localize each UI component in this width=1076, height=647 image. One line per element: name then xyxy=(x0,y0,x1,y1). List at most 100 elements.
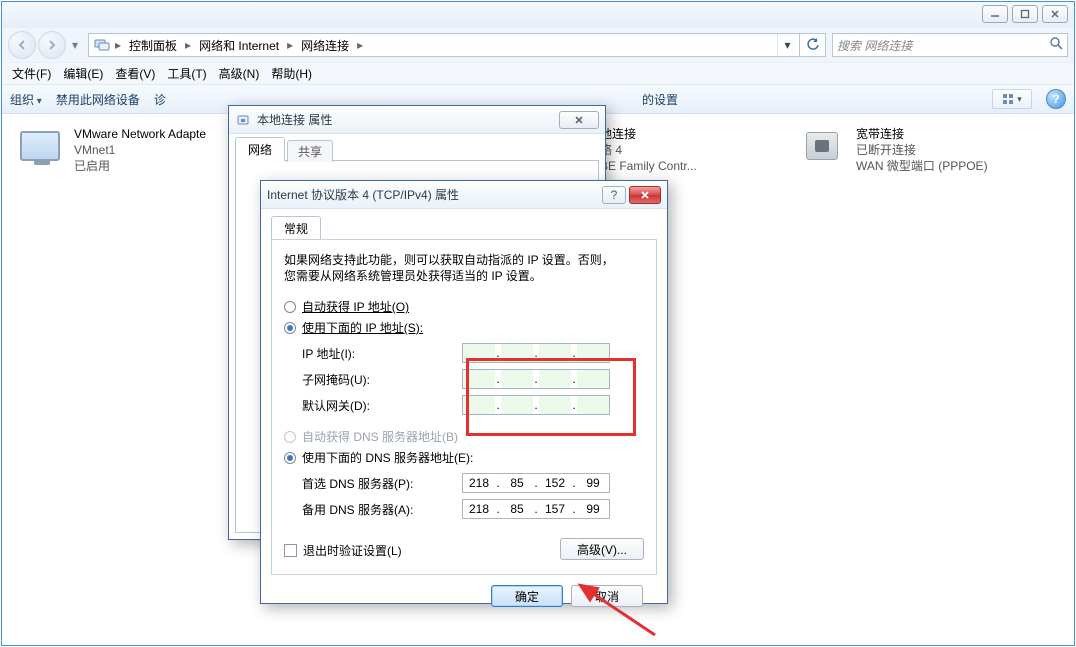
validate-on-exit-checkbox[interactable]: 退出时验证设置(L) xyxy=(284,542,402,559)
dialog-close-button[interactable] xyxy=(559,111,599,129)
chevron-right-icon: ▸ xyxy=(183,38,193,52)
organize-button[interactable]: 组织 xyxy=(10,91,42,108)
menu-file[interactable]: 文件(F) xyxy=(8,63,55,84)
breadcrumb-network-connections[interactable]: 网络连接 xyxy=(295,34,355,56)
search-placeholder: 搜索 网络连接 xyxy=(837,37,912,54)
connection-name: 地连接 xyxy=(600,126,760,142)
ip-octet-4[interactable] xyxy=(577,344,609,362)
radio-auto-ip[interactable]: 自动获得 IP 地址(O) xyxy=(284,298,644,315)
connection-adapter: BE Family Contr... xyxy=(600,158,760,174)
dialog-title: Internet 协议版本 4 (TCP/IPv4) 属性 xyxy=(267,186,459,203)
subnet-mask-input[interactable]: . . . xyxy=(462,369,610,389)
chevron-right-icon: ▸ xyxy=(355,38,365,52)
back-button[interactable] xyxy=(8,31,36,59)
radio-auto-dns: 自动获得 DNS 服务器地址(B) xyxy=(284,428,644,445)
ip-octet-2[interactable] xyxy=(501,474,533,492)
monitor-icon xyxy=(16,126,64,166)
breadcrumb[interactable]: ▸ 控制面板 ▸ 网络和 Internet ▸ 网络连接 ▸ ▾ xyxy=(88,33,800,57)
ip-octet-2[interactable] xyxy=(501,396,533,414)
dialog-title: 本地连接 属性 xyxy=(257,111,332,128)
menu-bar: 文件(F) 编辑(E) 查看(V) 工具(T) 高级(N) 帮助(H) xyxy=(2,62,1074,84)
connection-vmnet1[interactable]: VMware Network Adapte VMnet1 已启用 xyxy=(16,126,206,174)
ok-button[interactable]: 确定 xyxy=(491,585,563,607)
gateway-label: 默认网关(D): xyxy=(302,397,462,414)
preferred-dns-input[interactable]: . . . xyxy=(462,473,610,493)
help-button[interactable]: ? xyxy=(1046,89,1066,109)
connection-name: VMware Network Adapte xyxy=(74,126,206,142)
tab-share[interactable]: 共享 xyxy=(287,140,333,162)
ip-octet-1[interactable] xyxy=(463,370,495,388)
chevron-right-icon: ▸ xyxy=(113,38,123,52)
menu-view[interactable]: 查看(V) xyxy=(111,63,159,84)
ip-octet-3[interactable] xyxy=(539,344,571,362)
menu-tools[interactable]: 工具(T) xyxy=(163,63,210,84)
view-options-button[interactable]: ▾ xyxy=(992,89,1032,109)
ip-octet-1[interactable] xyxy=(463,474,495,492)
breadcrumb-dropdown[interactable]: ▾ xyxy=(777,34,797,56)
radio-icon xyxy=(284,301,296,313)
dialog-titlebar[interactable]: 本地连接 属性 xyxy=(229,106,605,134)
ip-octet-1[interactable] xyxy=(463,500,495,518)
subnet-mask-label: 子网掩码(U): xyxy=(302,371,462,388)
menu-advanced[interactable]: 高级(N) xyxy=(215,63,264,84)
ip-octet-3[interactable] xyxy=(539,396,571,414)
close-button[interactable] xyxy=(1042,5,1068,23)
radio-manual-dns[interactable]: 使用下面的 DNS 服务器地址(E): xyxy=(284,449,644,466)
ip-octet-3[interactable] xyxy=(539,474,571,492)
forward-button[interactable] xyxy=(38,31,66,59)
ip-octet-3[interactable] xyxy=(539,370,571,388)
disable-device-button[interactable]: 禁用此网络设备 xyxy=(56,91,140,108)
description-text: 如果网络支持此功能，则可以获取自动指派的 IP 设置。否则， 您需要从网络系统管… xyxy=(284,252,644,284)
chevron-right-icon: ▸ xyxy=(285,38,295,52)
ip-octet-2[interactable] xyxy=(501,500,533,518)
titlebar xyxy=(2,2,1074,28)
tab-network[interactable]: 网络 xyxy=(235,137,285,161)
connection-line2: VMnet1 xyxy=(74,142,206,158)
diagnose-button[interactable]: 诊 xyxy=(154,91,166,108)
tab-row: 常规 xyxy=(271,215,657,239)
advanced-button[interactable]: 高级(V)... xyxy=(560,538,644,560)
connection-local-partial[interactable]: 地连接 络 4 BE Family Contr... xyxy=(600,126,760,174)
ip-octet-4[interactable] xyxy=(577,474,609,492)
radio-manual-ip[interactable]: 使用下面的 IP 地址(S): xyxy=(284,319,644,336)
gateway-input[interactable]: . . . xyxy=(462,395,610,415)
maximize-button[interactable] xyxy=(1012,5,1038,23)
breadcrumb-control-panel[interactable]: 控制面板 xyxy=(123,34,183,56)
cancel-button[interactable]: 取消 xyxy=(571,585,643,607)
nav-history-dropdown[interactable]: ▾ xyxy=(68,33,82,57)
ip-octet-1[interactable] xyxy=(463,344,495,362)
menu-edit[interactable]: 编辑(E) xyxy=(59,63,107,84)
pref-dns-label: 首选 DNS 服务器(P): xyxy=(302,475,462,492)
minimize-button[interactable] xyxy=(982,5,1008,23)
ip-octet-4[interactable] xyxy=(577,500,609,518)
ip-octet-3[interactable] xyxy=(539,500,571,518)
menu-help[interactable]: 帮助(H) xyxy=(267,63,316,84)
alternate-dns-input[interactable]: . . . xyxy=(462,499,610,519)
dialog-close-button[interactable] xyxy=(629,186,661,204)
settings-tail-text[interactable]: 的设置 xyxy=(642,91,678,108)
wan-port-icon xyxy=(798,126,846,166)
ip-address-input[interactable]: . . . xyxy=(462,343,610,363)
ip-address-label: IP 地址(I): xyxy=(302,345,462,362)
dialog-titlebar[interactable]: Internet 协议版本 4 (TCP/IPv4) 属性 ? xyxy=(261,181,667,209)
breadcrumb-network-internet[interactable]: 网络和 Internet xyxy=(193,34,285,56)
search-icon xyxy=(1050,37,1063,53)
connection-line2: 络 4 xyxy=(600,142,760,158)
ip-octet-1[interactable] xyxy=(463,396,495,414)
refresh-button[interactable] xyxy=(800,33,826,57)
ip-octet-2[interactable] xyxy=(501,370,533,388)
network-connections-icon xyxy=(93,36,111,54)
ip-octet-4[interactable] xyxy=(577,370,609,388)
tab-row: 网络 共享 xyxy=(229,134,605,160)
alt-dns-label: 备用 DNS 服务器(A): xyxy=(302,501,462,518)
radio-icon xyxy=(284,322,296,334)
connection-name: 宽带连接 xyxy=(856,126,988,142)
checkbox-icon xyxy=(284,544,297,557)
tab-general[interactable]: 常规 xyxy=(271,216,321,240)
ip-octet-4[interactable] xyxy=(577,396,609,414)
ip-octet-2[interactable] xyxy=(501,344,533,362)
network-adapter-icon xyxy=(235,112,251,128)
search-input[interactable]: 搜索 网络连接 xyxy=(832,33,1068,57)
connection-broadband[interactable]: 宽带连接 已断开连接 WAN 微型端口 (PPPOE) xyxy=(798,126,988,174)
dialog-help-button[interactable]: ? xyxy=(602,186,626,204)
